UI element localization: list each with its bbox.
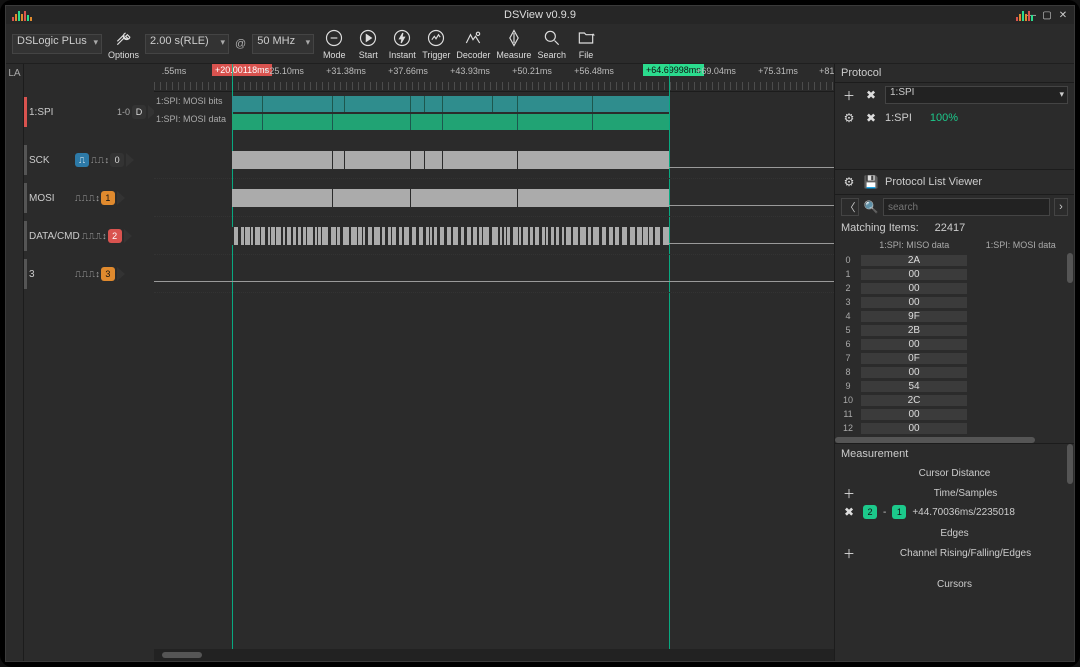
channel-datacmd[interactable]: DATA/CMD ⎍ ⎍ ⎍ ↕ 2 (24, 217, 156, 255)
mode-button[interactable]: Mode (320, 28, 348, 60)
wrench-icon (114, 28, 134, 48)
app-logo-icon (12, 9, 32, 21)
search-icon: 🔍 (863, 199, 879, 215)
list-row[interactable]: 300 (835, 295, 1074, 309)
file-icon (576, 28, 596, 48)
protocol-search-input[interactable] (883, 198, 1050, 216)
back-button[interactable]: 〈 (841, 198, 859, 216)
datacmd-row (154, 217, 834, 255)
instant-button[interactable]: Instant (388, 28, 416, 60)
list-row[interactable]: 1200 (835, 421, 1074, 435)
list-row[interactable]: 200 (835, 281, 1074, 295)
list-row[interactable]: 600 (835, 337, 1074, 351)
channel-mosi[interactable]: MOSI ⎍ ⎍ ⎍ ↕ 1 (24, 179, 156, 217)
protocol-viewer-title: Protocol List Viewer (885, 176, 982, 188)
sample-mode-select[interactable]: 2.00 s(RLE) (145, 34, 229, 54)
la-label: LA (6, 64, 24, 661)
channel-3[interactable]: 3 ⎍ ⎍ ⎍ ↕ 3 (24, 255, 156, 293)
protocol-list[interactable]: 02A10020030049F52B60070F800954102C110012… (835, 253, 1074, 443)
titlebar: DSView v0.9.9 — ▢ ✕ (6, 6, 1074, 24)
toolbar: DSLogic PLus Options 2.00 s(RLE) @ 50 MH… (6, 24, 1074, 64)
trigger-icon (426, 28, 446, 48)
edge-icons: ⎍ ⎍ ⎍ ↕ (75, 269, 99, 280)
maximize-button[interactable]: ▢ (1040, 9, 1054, 21)
file-button[interactable]: File (572, 28, 600, 60)
edge-icons: ⎍ ⎍ ⎍ ↕ (82, 231, 106, 242)
mosi-row (154, 179, 834, 217)
list-row[interactable]: 954 (835, 379, 1074, 393)
list-row[interactable]: 100 (835, 267, 1074, 281)
measurement-title: Measurement (841, 448, 908, 460)
remove-measure-button[interactable]: ✖ (841, 504, 857, 520)
channel-spi[interactable]: 1:SPI 1-0 D (24, 92, 156, 132)
list-row[interactable]: 1100 (835, 407, 1074, 421)
list-row[interactable]: 800 (835, 365, 1074, 379)
sck-row (154, 141, 834, 179)
remove-protocol-button[interactable]: ✖ (863, 87, 879, 103)
options-button[interactable]: Options (108, 28, 139, 60)
list-row[interactable]: 102C (835, 393, 1074, 407)
viewer-settings-button[interactable]: ⚙ (841, 174, 857, 190)
ch3-row (154, 255, 834, 293)
mode-icon (324, 28, 344, 48)
measure-icon (504, 28, 524, 48)
cursor-2-flag[interactable]: +64.69998ms (643, 64, 704, 76)
channel-column: 1:SPI 1-0 D SCK ⎍ ⎍ ⎍ ↕ 0 MOSI ⎍ ⎍ ⎍ (24, 64, 154, 661)
waveform-area[interactable]: .55ms +20.00118ms +25.10ms +31.38ms +37.… (154, 64, 834, 661)
app-logo-icon (1016, 9, 1033, 21)
at-label: @ (235, 38, 246, 50)
window-title: DSView v0.9.9 (504, 9, 576, 21)
search-button[interactable]: Search (537, 28, 566, 60)
list-row[interactable]: 70F (835, 351, 1074, 365)
decode-row: 1:SPI: MOSI bits 1:SPI: MOSI data (154, 92, 834, 132)
protocol-settings-button[interactable]: ⚙ (841, 110, 857, 126)
play-icon (358, 28, 378, 48)
start-button[interactable]: Start (354, 28, 382, 60)
protocol-title: Protocol (841, 67, 881, 79)
protocol-delete-button[interactable]: ✖ (863, 110, 879, 126)
list-row[interactable]: 52B (835, 323, 1074, 337)
list-row[interactable]: 02A (835, 253, 1074, 267)
decoder-button[interactable]: Decoder (456, 28, 490, 60)
h-scrollbar[interactable] (154, 649, 834, 661)
list-row[interactable]: 49F (835, 309, 1074, 323)
save-icon[interactable]: 💾 (863, 174, 879, 190)
add-measure-button[interactable]: ＋ (841, 485, 857, 501)
protocol-select[interactable]: 1:SPI (885, 86, 1068, 104)
search-icon (542, 28, 562, 48)
search-go-button[interactable]: › (1054, 198, 1068, 216)
sample-rate-select[interactable]: 50 MHz (252, 34, 314, 54)
v-scrollbar[interactable] (1067, 444, 1073, 639)
right-panel: Protocol ＋ ✖ 1:SPI ⚙ ✖ 1:SPI 100% ⚙ 💾 Pr… (834, 64, 1074, 661)
time-ruler[interactable]: .55ms +20.00118ms +25.10ms +31.38ms +37.… (154, 64, 834, 92)
instant-icon (392, 28, 412, 48)
edge-icons: ⎍ ⎍ ↕ (91, 155, 108, 166)
decoder-icon (463, 28, 483, 48)
channel-sck[interactable]: SCK ⎍ ⎍ ⎍ ↕ 0 (24, 141, 156, 179)
device-select[interactable]: DSLogic PLus (12, 34, 102, 54)
measure-button[interactable]: Measure (496, 28, 531, 60)
trigger-button[interactable]: Trigger (422, 28, 450, 60)
close-button[interactable]: ✕ (1056, 9, 1070, 21)
add-edges-button[interactable]: ＋ (841, 545, 857, 561)
add-protocol-button[interactable]: ＋ (841, 87, 857, 103)
v-scrollbar[interactable] (1067, 253, 1073, 421)
cursor-1-flag[interactable]: +20.00118ms (212, 64, 272, 76)
edge-icons: ⎍ ⎍ ⎍ ↕ (75, 193, 99, 204)
